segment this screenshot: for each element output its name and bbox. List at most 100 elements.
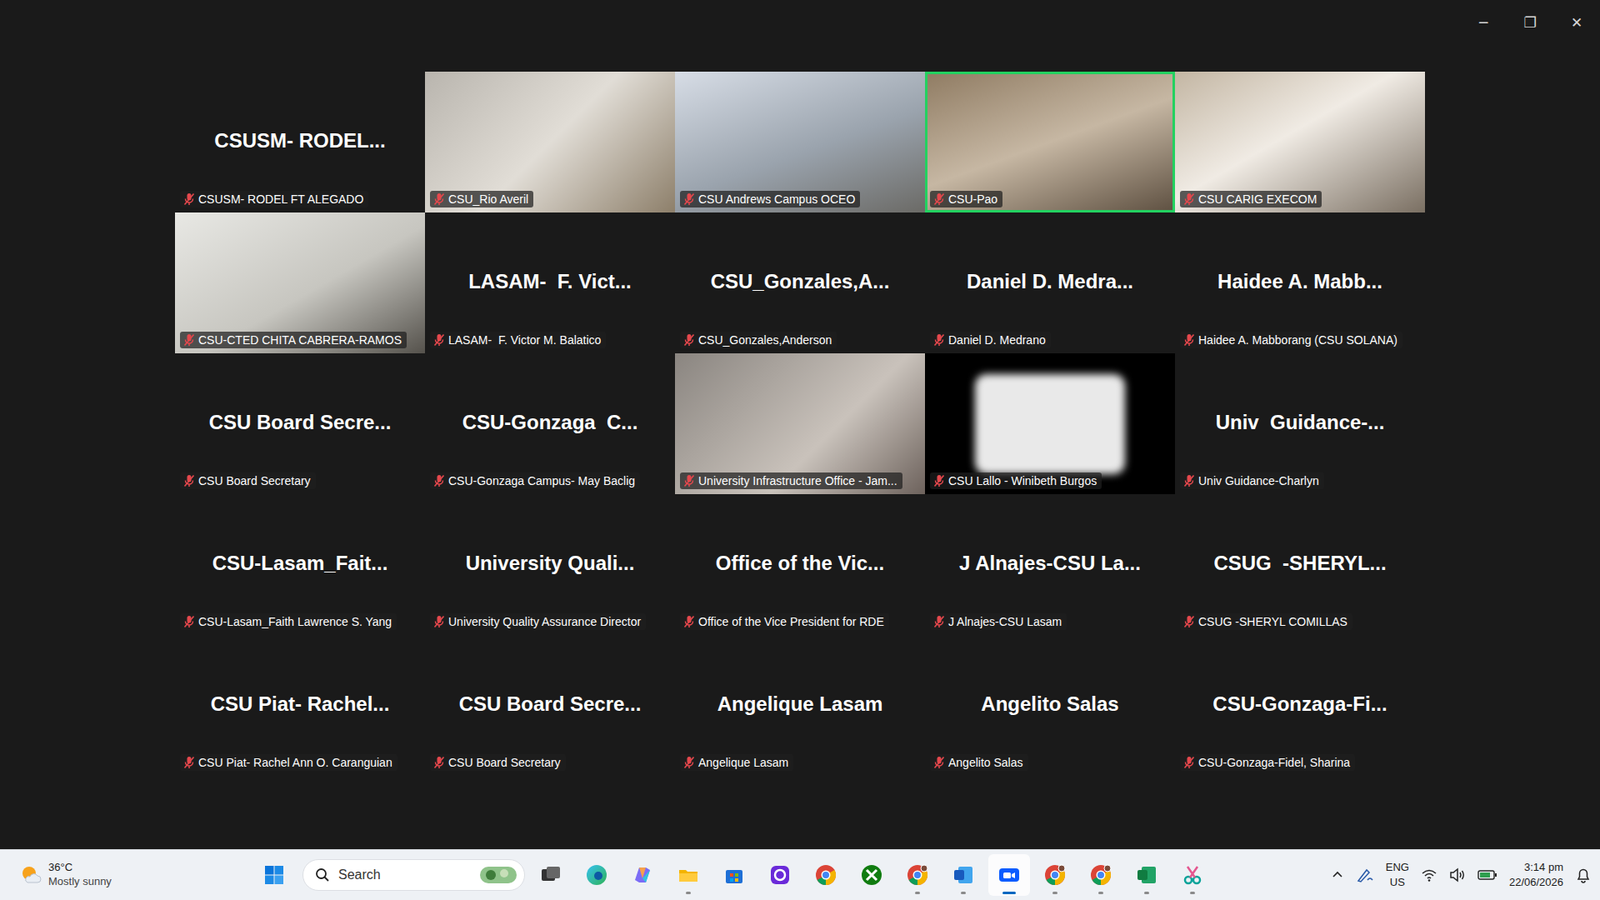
participant-tile[interactable]: CSU-Lasam_Fait...CSU-Lasam_Faith Lawrenc…	[175, 494, 425, 635]
weather-widget[interactable]: 36°CMostly sunny	[20, 860, 254, 890]
taskbar-app-button[interactable]	[805, 854, 847, 896]
participant-tile[interactable]: CSU CARIG EXECOM	[1175, 71, 1425, 213]
participant-name: CSU_Gonzales,A...	[710, 270, 890, 294]
search-icon	[315, 867, 330, 883]
participant-name: CSU Board Secre...	[459, 692, 642, 716]
window-control-button[interactable]: ❐	[1506, 0, 1554, 45]
participant-name: Univ Guidance-...	[1215, 410, 1385, 435]
desktop: ─❐✕ CSUSM- RODEL... CSUSM- RODEL FT ALEGAD…	[0, 0, 1600, 900]
running-indicator	[1052, 891, 1058, 895]
battery-icon[interactable]	[1477, 868, 1498, 882]
windows-logo-icon	[263, 864, 285, 886]
search-highlight-icon	[479, 864, 518, 886]
participant-tile[interactable]: Angelito SalasAngelito Salas	[925, 635, 1175, 776]
notification-bell-icon[interactable]	[1575, 866, 1592, 884]
participant-tile[interactable]: LASAM- F. Vict... LASAM- F. Victor M. Bal…	[425, 212, 675, 354]
muted-mic-icon	[433, 755, 445, 770]
weather-sun-cloud-icon	[20, 864, 42, 886]
search-box[interactable]: Search	[302, 859, 525, 891]
taskbar-app-button[interactable]	[759, 854, 801, 896]
participant-label: Daniel D. Medrano	[930, 331, 1051, 349]
participant-tile[interactable]: CSUG -SHERYL...CSUG -SHERYL COMILLAS	[1175, 494, 1425, 635]
taskbar-app-button[interactable]	[530, 854, 572, 896]
participant-tile[interactable]: CSU Board Secre...CSU Board Secretary	[175, 353, 425, 495]
participant-tile[interactable]: CSU Lallo - Winibeth Burgos	[925, 353, 1175, 495]
pen-icon[interactable]	[1355, 866, 1375, 884]
participant-tile[interactable]: CSU_Gonzales,A... CSU_Gonzales,Anderson	[675, 212, 925, 354]
participant-tile[interactable]: CSU-Pao	[925, 71, 1175, 213]
chevron-up-icon[interactable]	[1330, 868, 1345, 882]
clock[interactable]: 3:14 pm22/06/2026	[1509, 860, 1564, 890]
search-placeholder: Search	[338, 867, 471, 883]
participant-tile[interactable]: Univ Guidance-...Univ Guidance-Charlyn	[1175, 353, 1425, 495]
store-icon	[722, 863, 746, 887]
participant-label: CSUG -SHERYL COMILLAS	[1180, 613, 1353, 630]
taskbar: 36°CMostly sunny Search ENGUS 3:14 pm22/06/…	[0, 849, 1600, 900]
participant-tile[interactable]: CSU-CTED CHITA CABRERA-RAMOS	[175, 212, 425, 354]
participant-label: CSUSM- RODEL FT ALEGADO	[180, 190, 369, 208]
participant-tile[interactable]: Daniel D. Medra... Daniel D. Medrano	[925, 212, 1175, 354]
participant-tile[interactable]: CSU_Rio Averil	[425, 71, 675, 213]
taskbar-app-button[interactable]	[713, 854, 755, 896]
running-indicator	[960, 891, 966, 895]
chrome-icon	[814, 863, 838, 887]
participant-name: Daniel D. Medra...	[966, 270, 1134, 294]
participant-name: CSU-Gonzaga C...	[462, 410, 639, 435]
participant-tile[interactable]: CSU Piat- Rachel...CSU Piat- Rachel Ann …	[175, 635, 425, 776]
taskbar-app-button[interactable]	[667, 854, 710, 896]
language-indicator[interactable]: ENGUS	[1385, 860, 1410, 890]
participant-label: LASAM- F. Victor M. Balatico	[430, 331, 606, 349]
participant-tile[interactable]: University Quali...University Quality As…	[425, 494, 675, 635]
muted-mic-icon	[933, 333, 945, 347]
taskbar-app-button[interactable]	[575, 854, 618, 896]
participant-tile[interactable]: Angelique LasamAngelique Lasam	[675, 635, 925, 776]
window-control-button[interactable]: ✕	[1553, 0, 1600, 45]
wifi-icon[interactable]	[1420, 867, 1438, 883]
taskbar-app-button[interactable]	[621, 854, 664, 896]
chrome-profile-icon	[1089, 863, 1113, 887]
start-button[interactable]	[253, 854, 295, 896]
taskbar-app-button[interactable]	[850, 854, 893, 896]
participant-name: CSUSM- RODEL...	[214, 129, 385, 153]
taskbar-app-button[interactable]	[1171, 854, 1214, 896]
participant-name: Haidee A. Mabb...	[1217, 270, 1383, 294]
weather-temp: 36°C	[48, 860, 112, 875]
participant-name: LASAM- F. Vict...	[468, 270, 632, 294]
chrome-profile-icon	[905, 863, 930, 887]
participant-label: Office of the Vice President for RDE	[680, 613, 890, 630]
muted-mic-icon	[683, 474, 695, 488]
taskbar-app-button[interactable]	[1125, 854, 1168, 896]
snip-icon	[1180, 863, 1205, 887]
participant-tile[interactable]: CSUSM- RODEL... CSUSM- RODEL FT ALEGADO	[175, 71, 425, 213]
participant-tile[interactable]: CSU-Gonzaga C...CSU-Gonzaga Campus- May …	[425, 353, 675, 495]
gallery-grid: CSUSM- RODEL...CSUSM- RODEL FT ALEGADOCS…	[175, 71, 1425, 776]
running-indicator	[1002, 891, 1016, 895]
participant-label: CSU Board Secretary	[180, 472, 316, 490]
taskbar-app-button[interactable]	[1034, 854, 1076, 896]
participant-label: CSU-Lasam_Faith Lawrence S. Yang	[180, 613, 397, 630]
muted-mic-icon	[1183, 192, 1195, 206]
muted-mic-icon	[933, 192, 945, 206]
window-control-button[interactable]: ─	[1460, 0, 1507, 45]
participant-label: CSU CARIG EXECOM	[1180, 190, 1322, 208]
participant-label: CSU Piat- Rachel Ann O. Caranguian	[180, 754, 398, 771]
speaker-icon[interactable]	[1449, 867, 1466, 883]
muted-mic-icon	[183, 333, 195, 347]
participant-tile[interactable]: Office of the Vic...Office of the Vice P…	[675, 494, 925, 635]
participant-tile[interactable]: CSU Andrews Campus OCEO	[675, 71, 925, 213]
muted-mic-icon	[1183, 615, 1195, 629]
participant-tile[interactable]: CSU-Gonzaga-Fi...CSU-Gonzaga-Fidel, Shar…	[1175, 635, 1425, 776]
taskbar-app-button[interactable]	[896, 854, 939, 896]
zoom-window: ─❐✕ CSUSM- RODEL... CSUSM- RODEL FT ALEGAD…	[0, 0, 1600, 850]
taskbar-app-button[interactable]	[988, 854, 1030, 896]
participant-label: CSU_Gonzales,Anderson	[680, 331, 837, 349]
participant-tile[interactable]: Haidee A. Mabb...Haidee A. Mabborang (CS…	[1175, 212, 1425, 354]
participant-name: Angelique Lasam	[717, 692, 884, 716]
participant-tile[interactable]: J Alnajes-CSU La...J Alnajes-CSU Lasam	[925, 494, 1175, 635]
participant-tile[interactable]: University Infrastructure Office - Jam..…	[675, 353, 925, 495]
taskbar-app-button[interactable]	[1080, 854, 1122, 896]
explorer-icon	[676, 863, 700, 887]
participant-tile[interactable]: CSU Board Secre...CSU Board Secretary	[425, 635, 675, 776]
taskbar-app-button[interactable]	[942, 854, 985, 896]
taskview-icon	[539, 863, 563, 887]
